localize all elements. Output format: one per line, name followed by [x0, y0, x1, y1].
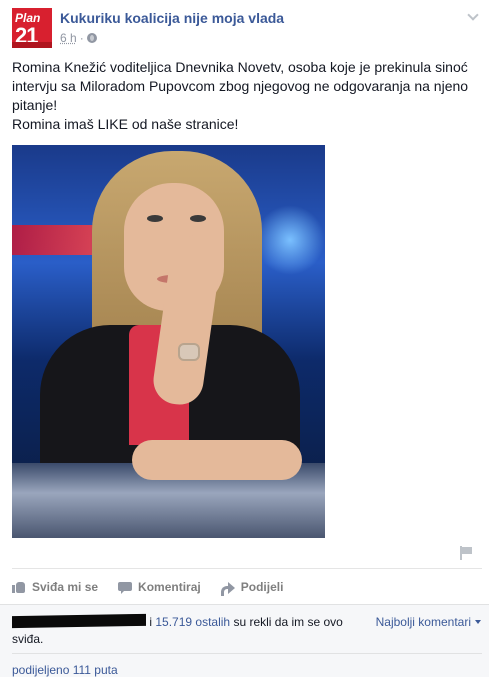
photo-eye-right: [190, 215, 206, 222]
globe-icon[interactable]: [86, 33, 97, 43]
share-button[interactable]: Podijeli: [220, 579, 284, 596]
photo-watch: [178, 343, 200, 361]
share-label: Podijeli: [240, 579, 284, 594]
photo-eye-left: [147, 215, 163, 222]
post-timestamp[interactable]: 6 h: [60, 31, 77, 45]
chevron-down-icon[interactable]: [466, 10, 480, 24]
shares-count-link[interactable]: podijeljeno 111 puta: [12, 663, 118, 677]
meta-separator: ·: [79, 31, 84, 45]
others-link[interactable]: ostalih: [195, 615, 230, 629]
post-text-line-2: Romina imaš LIKE od naše stranice!: [12, 116, 239, 132]
likes-prefix: i: [149, 615, 153, 629]
like-button[interactable]: Sviđa mi se: [12, 580, 98, 594]
facebook-post: Plan 21 Kukuriku koalicija nije moja vla…: [0, 0, 489, 677]
divider: [12, 653, 482, 654]
post-actions: Sviđa mi se Komentiraj Podijeli: [12, 568, 482, 604]
post-meta: 6 h ·: [60, 31, 97, 45]
page-avatar[interactable]: Plan 21: [12, 8, 52, 48]
post-photo[interactable]: [12, 145, 325, 538]
likes-summary: i 15.719 ostalih su rekli da im se ovo s…: [12, 613, 352, 648]
redacted-names: [12, 613, 146, 629]
likes-count-link[interactable]: 15.719: [155, 615, 192, 629]
feedback-section: i 15.719 ostalih su rekli da im se ovo s…: [0, 604, 489, 677]
page-name-link[interactable]: Kukuriku koalicija nije moja vlada: [60, 10, 284, 26]
post-text-line-1: Romina Knežić voditeljica Dnevnika Novet…: [12, 59, 469, 113]
thumbs-up-icon: [12, 580, 26, 594]
post-header: Plan 21 Kukuriku koalicija nije moja vla…: [12, 8, 482, 50]
flag-icon[interactable]: [460, 546, 472, 560]
caret-down-icon: [475, 620, 481, 624]
comment-order-dropdown[interactable]: Najbolji komentari: [376, 615, 481, 629]
comment-button[interactable]: Komentiraj: [118, 580, 201, 594]
avatar-logo-stripe: [12, 42, 52, 48]
comment-order-label: Najbolji komentari: [375, 615, 471, 629]
comment-icon: [118, 580, 133, 594]
post-text: Romina Knežić voditeljica Dnevnika Novet…: [12, 58, 478, 134]
share-arrow-icon: [220, 580, 235, 596]
photo-background-glow: [255, 205, 325, 275]
like-label: Sviđa mi se: [32, 579, 99, 594]
photo-hands: [132, 440, 302, 480]
comment-label: Komentiraj: [138, 579, 201, 594]
